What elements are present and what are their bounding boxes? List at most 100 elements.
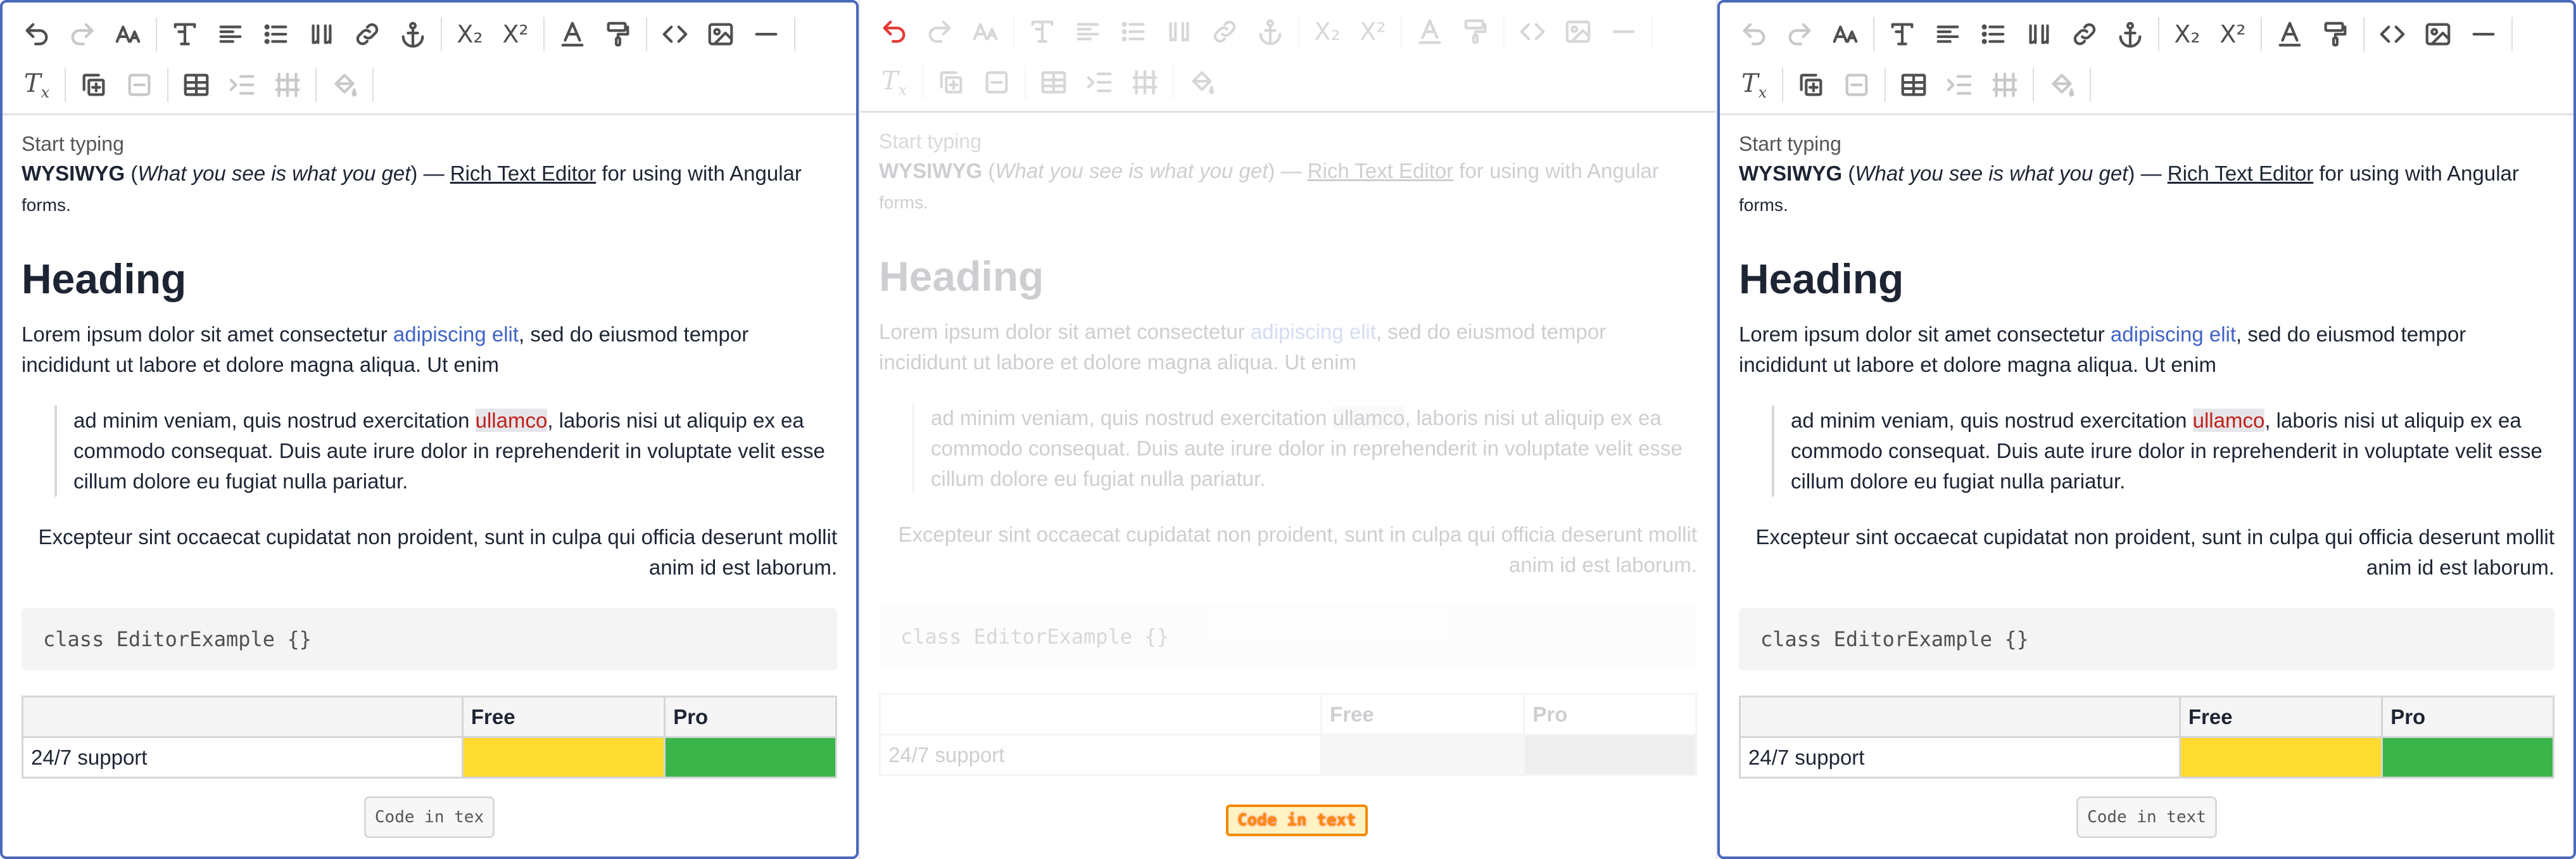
intro-link[interactable]: Rich Text Editor	[1308, 159, 1453, 182]
intro-link[interactable]: Rich Text Editor	[2168, 162, 2313, 185]
table-cell-yellow[interactable]	[461, 736, 666, 779]
redo-icon[interactable]	[917, 9, 963, 54]
redo-icon[interactable]	[60, 11, 105, 57]
image-icon[interactable]	[698, 11, 743, 57]
table-icon[interactable]	[1031, 60, 1076, 105]
code-icon[interactable]	[1510, 9, 1555, 54]
remove-cell-icon[interactable]	[974, 60, 1020, 105]
table-cell[interactable]: 24/7 support	[878, 734, 1323, 776]
table-header-cell[interactable]: Free	[2178, 696, 2383, 738]
table-cell[interactable]: 24/7 support	[1739, 736, 2181, 779]
list-icon[interactable]	[1971, 11, 2016, 57]
link-icon[interactable]	[344, 11, 390, 57]
anchor-icon[interactable]	[2107, 11, 2153, 57]
table-header-cell[interactable]	[878, 693, 1323, 735]
clear-format-icon[interactable]: Tx	[14, 62, 60, 108]
para1-link[interactable]: adipiscing elit	[2111, 322, 2236, 346]
horizontal-rule-icon[interactable]	[743, 11, 789, 57]
intro-link[interactable]: Rich Text Editor	[450, 162, 596, 185]
image-icon[interactable]	[2415, 11, 2461, 57]
image-icon[interactable]	[1555, 9, 1601, 54]
editor-content[interactable]: Start typing WYSIWYG (What you see is wh…	[860, 113, 1716, 776]
background-fill-icon[interactable]	[2039, 62, 2085, 108]
text-style-icon[interactable]	[162, 11, 208, 57]
table-cell-grey[interactable]	[1320, 734, 1525, 776]
quote-icon[interactable]	[2016, 11, 2062, 57]
para1-link[interactable]: adipiscing elit	[393, 322, 519, 346]
undo-icon[interactable]	[871, 9, 917, 54]
code-icon[interactable]	[652, 11, 698, 57]
subscript-icon[interactable]: X₂	[1304, 9, 1350, 54]
remove-cell-icon[interactable]	[1834, 62, 1879, 108]
quote-icon[interactable]	[1156, 9, 1202, 54]
table-columns-icon[interactable]	[1982, 62, 2028, 108]
editor-content[interactable]: Start typing WYSIWYG (What you see is wh…	[1720, 115, 2573, 838]
paint-roller-icon[interactable]	[1453, 9, 1498, 54]
horizontal-rule-icon[interactable]	[2461, 11, 2506, 57]
link-icon[interactable]	[2062, 11, 2107, 57]
table-cell-grey[interactable]	[1523, 734, 1697, 776]
editor-content[interactable]: Start typing WYSIWYG (What you see is wh…	[3, 115, 856, 838]
table-cell[interactable]: 24/7 support	[22, 736, 464, 779]
background-fill-icon[interactable]	[1179, 60, 1225, 105]
link-icon[interactable]	[1202, 9, 1247, 54]
editor-right[interactable]: X₂ X² Tx Start typing WYSIWYG (What you …	[1717, 0, 2576, 859]
anchor-icon[interactable]	[390, 11, 436, 57]
subscript-icon[interactable]: X₂	[447, 11, 493, 57]
paint-roller-icon[interactable]	[595, 11, 641, 57]
font-size-icon[interactable]	[1822, 11, 1868, 57]
table-columns-icon[interactable]	[1122, 60, 1168, 105]
anchor-icon[interactable]	[1247, 9, 1293, 54]
text-color-icon[interactable]	[1407, 9, 1453, 54]
table-header-cell[interactable]: Pro	[664, 696, 837, 738]
inline-code-tag-highlighted[interactable]: Code in text	[1226, 805, 1368, 836]
table-header-cell[interactable]: Free	[461, 696, 666, 738]
quote-icon[interactable]	[299, 11, 344, 57]
list-icon[interactable]	[253, 11, 299, 57]
table-header-cell[interactable]	[22, 696, 464, 738]
para1-link[interactable]: adipiscing elit	[1251, 320, 1376, 343]
table-header-cell[interactable]: Pro	[1523, 693, 1697, 735]
remove-cell-icon[interactable]	[117, 62, 162, 108]
list-icon[interactable]	[1111, 9, 1156, 54]
font-size-icon[interactable]	[963, 9, 1008, 54]
subscript-icon[interactable]: X₂	[2164, 11, 2210, 57]
inline-code-tag[interactable]: Code in text	[2076, 796, 2217, 838]
inline-code-tag[interactable]: Code in tex	[363, 796, 495, 838]
table-cell-green[interactable]	[664, 736, 837, 779]
table-columns-icon[interactable]	[265, 62, 310, 108]
align-icon[interactable]	[1925, 11, 1971, 57]
text-style-icon[interactable]	[1020, 9, 1065, 54]
table-header-cell[interactable]: Pro	[2381, 696, 2554, 738]
align-icon[interactable]	[208, 11, 253, 57]
redo-icon[interactable]	[1777, 11, 1822, 57]
indent-icon[interactable]	[1076, 60, 1122, 105]
text-color-icon[interactable]	[2267, 11, 2313, 57]
add-cell-icon[interactable]	[928, 60, 974, 105]
background-fill-icon[interactable]	[322, 62, 367, 108]
add-cell-icon[interactable]	[1788, 62, 1834, 108]
code-icon[interactable]	[2370, 11, 2415, 57]
table-cell-yellow[interactable]	[2178, 736, 2383, 779]
undo-icon[interactable]	[14, 11, 60, 57]
clear-format-icon[interactable]: Tx	[1731, 62, 1777, 108]
undo-icon[interactable]	[1731, 11, 1777, 57]
table-header-cell[interactable]: Free	[1320, 693, 1525, 735]
align-icon[interactable]	[1065, 9, 1111, 54]
add-cell-icon[interactable]	[71, 62, 117, 108]
text-color-icon[interactable]	[550, 11, 595, 57]
clear-format-icon[interactable]: Tx	[871, 60, 917, 105]
superscript-icon[interactable]: X²	[2210, 11, 2256, 57]
table-cell-green[interactable]	[2381, 736, 2554, 779]
indent-icon[interactable]	[1936, 62, 1982, 108]
superscript-icon[interactable]: X²	[1350, 9, 1396, 54]
indent-icon[interactable]	[219, 62, 265, 108]
horizontal-rule-icon[interactable]	[1601, 9, 1646, 54]
editor-left[interactable]: X₂ X² Tx Start typing WYSIWYG (What you …	[0, 0, 859, 859]
superscript-icon[interactable]: X²	[493, 11, 538, 57]
editor-middle[interactable]: X₂ X² Tx Start typing WYSIWYG (What you …	[859, 0, 1717, 859]
table-icon[interactable]	[1891, 62, 1936, 108]
font-size-icon[interactable]	[105, 11, 151, 57]
paint-roller-icon[interactable]	[2313, 11, 2358, 57]
table-header-cell[interactable]	[1739, 696, 2181, 738]
